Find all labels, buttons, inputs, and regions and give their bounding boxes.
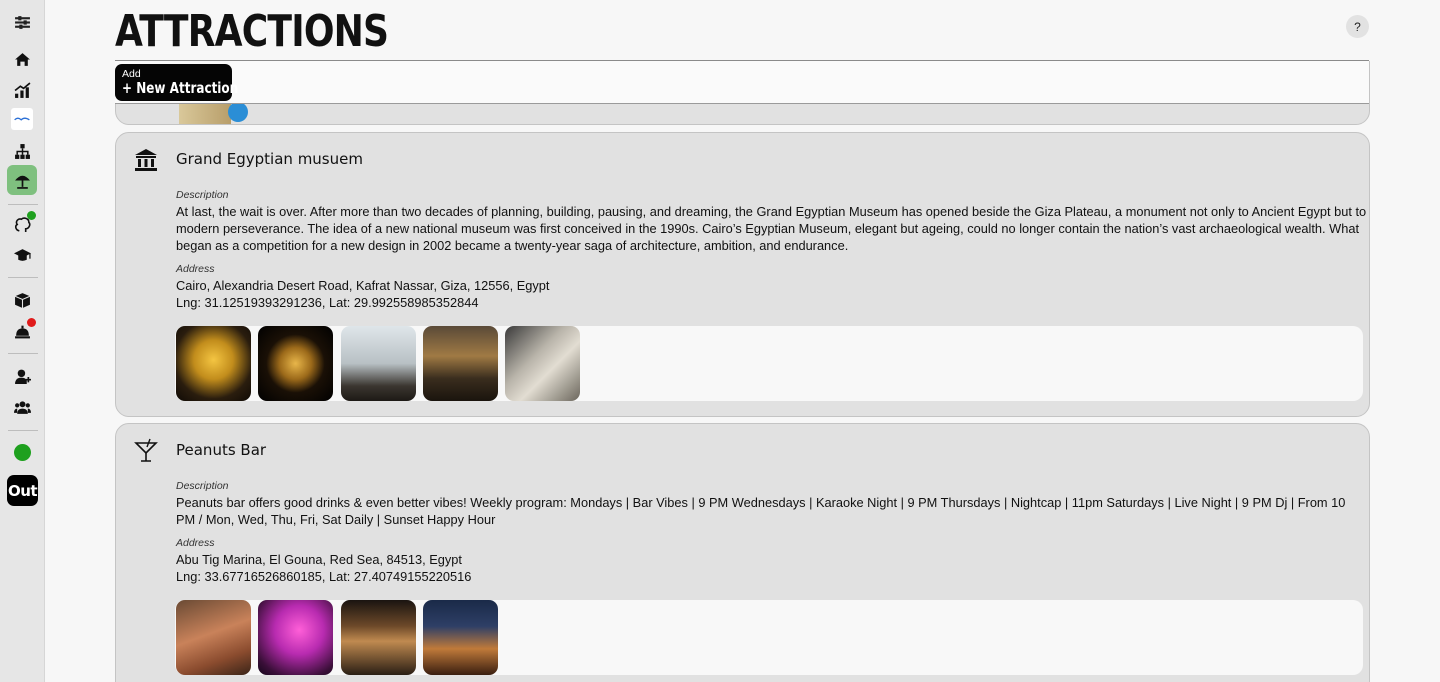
address-label: Address <box>176 537 215 549</box>
service-bell-icon[interactable] <box>7 318 37 344</box>
attraction-photo[interactable] <box>176 326 251 401</box>
attraction-photo[interactable] <box>423 600 498 675</box>
sidebar: Out <box>0 0 45 682</box>
description-label: Description <box>176 480 229 492</box>
attraction-card[interactable]: Grand Egyptian musuem Description At las… <box>115 132 1370 417</box>
toolbar: Add + New Attraction <box>115 61 1369 104</box>
attraction-photo[interactable] <box>341 326 416 401</box>
attraction-photo[interactable] <box>423 326 498 401</box>
attraction-card[interactable]: Peanuts Bar Description Peanuts bar offe… <box>115 423 1370 682</box>
add-button-label: + New Attraction <box>122 79 239 97</box>
photo-badge <box>228 102 248 122</box>
sidebar-divider <box>8 277 38 278</box>
help-button[interactable]: ? <box>1346 15 1369 38</box>
attraction-photo[interactable] <box>258 326 333 401</box>
attraction-coordinates: Lng: 33.67716526860185, Lat: 27.40749155… <box>176 569 472 584</box>
attraction-name: Peanuts Bar <box>176 441 267 459</box>
sidebar-divider <box>8 204 38 205</box>
chart-icon[interactable] <box>7 77 37 103</box>
home-icon[interactable] <box>7 46 37 72</box>
photo-gallery <box>175 326 1363 401</box>
add-attraction-button[interactable]: Add + New Attraction <box>115 64 238 101</box>
address-label: Address <box>176 263 215 275</box>
attraction-description: At last, the wait is over. After more th… <box>176 204 1367 253</box>
attraction-photo[interactable] <box>341 600 416 675</box>
attraction-description: Peanuts bar offers good drinks & even be… <box>176 495 1346 527</box>
photo-gallery <box>175 600 1363 675</box>
notification-badge <box>27 211 36 220</box>
logout-button[interactable]: Out <box>7 475 38 506</box>
brain-icon[interactable] <box>7 211 37 237</box>
beach-umbrella-icon[interactable] <box>7 165 37 195</box>
attraction-photo[interactable] <box>176 600 251 675</box>
graduation-cap-icon[interactable] <box>7 242 37 268</box>
sidebar-divider <box>8 353 38 354</box>
attraction-address: Abu Tig Marina, El Gouna, Red Sea, 84513… <box>176 552 462 567</box>
sliders-icon[interactable] <box>7 9 37 35</box>
box-icon[interactable] <box>7 287 37 313</box>
sidebar-divider <box>8 430 38 431</box>
museum-icon <box>133 147 159 173</box>
user-icon[interactable] <box>7 363 37 389</box>
cocktail-icon <box>133 438 159 464</box>
hierarchy-icon[interactable] <box>7 138 37 164</box>
logo-icon[interactable] <box>11 108 33 130</box>
attraction-address: Cairo, Alexandria Desert Road, Kafrat Na… <box>176 278 550 293</box>
users-icon[interactable] <box>7 394 37 420</box>
attraction-photo[interactable] <box>258 600 333 675</box>
attraction-coordinates: Lng: 31.12519393291236, Lat: 29.99255898… <box>176 295 479 310</box>
description-label: Description <box>176 189 229 201</box>
page-title: ATTRACTIONS <box>115 6 389 57</box>
attraction-photo[interactable] <box>505 326 580 401</box>
attraction-name: Grand Egyptian musuem <box>176 150 363 168</box>
attractions-list[interactable]: Grand Egyptian musuem Description At las… <box>115 61 1370 682</box>
online-status-indicator <box>14 444 31 461</box>
notification-badge <box>27 318 36 327</box>
